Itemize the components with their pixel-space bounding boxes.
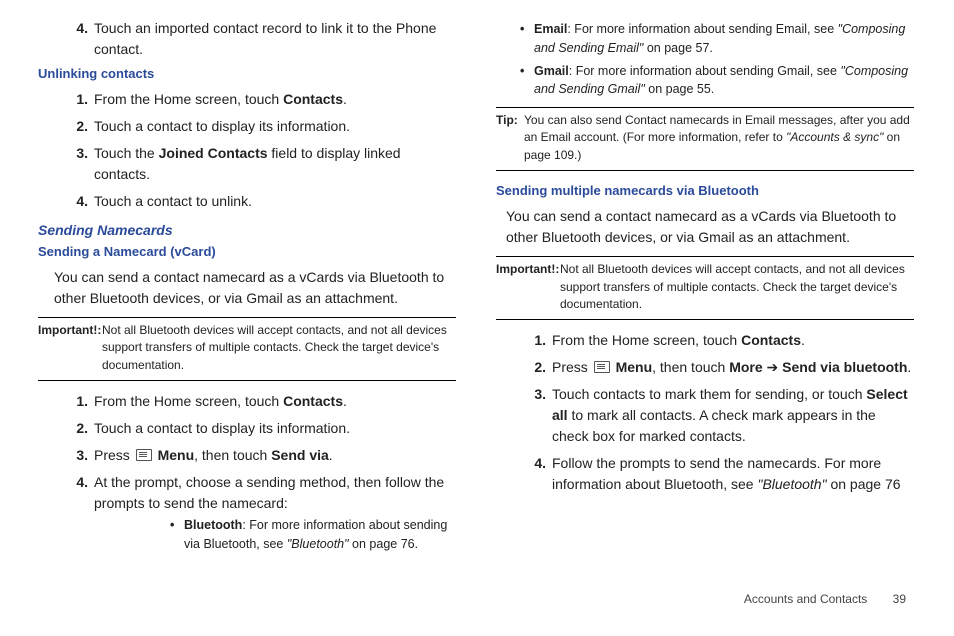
important-note: Important!: Not all Bluetooth devices wi… bbox=[38, 317, 456, 381]
section-name: Accounts and Contacts bbox=[744, 592, 867, 606]
list-item: From the Home screen, touch Contacts. bbox=[38, 391, 456, 412]
list-item: Bluetooth: For more information about se… bbox=[94, 516, 456, 554]
send-options-cont: Email: For more information about sendin… bbox=[496, 20, 914, 99]
list-item: Touch the Joined Contacts field to displ… bbox=[38, 143, 456, 185]
page-number: 39 bbox=[893, 592, 906, 606]
note-text: Not all Bluetooth devices will accept co… bbox=[102, 322, 456, 374]
list-item: At the prompt, choose a sending method, … bbox=[38, 472, 456, 554]
heading-unlinking: Unlinking contacts bbox=[38, 66, 456, 81]
list-item: Gmail: For more information about sendin… bbox=[496, 62, 914, 100]
list-item: Press Menu, then touch Send via. bbox=[38, 445, 456, 466]
body-paragraph: You can send a contact namecard as a vCa… bbox=[54, 267, 456, 309]
list-item: Email: For more information about sendin… bbox=[496, 20, 914, 58]
note-label: Important!: bbox=[496, 261, 560, 278]
list-item: Touch a contact to display its informati… bbox=[38, 418, 456, 439]
column-left: Touch an imported contact record to link… bbox=[38, 18, 456, 626]
link-steps-cont: Touch an imported contact record to link… bbox=[38, 18, 456, 60]
list-item: Touch an imported contact record to link… bbox=[38, 18, 456, 60]
note-text: You can also send Contact namecards in E… bbox=[524, 112, 914, 164]
tip-note: Tip: You can also send Contact namecards… bbox=[496, 107, 914, 171]
important-note: Important!: Not all Bluetooth devices wi… bbox=[496, 256, 914, 320]
list-item: Follow the prompts to send the namecards… bbox=[496, 453, 914, 495]
page-footer: Accounts and Contacts 39 bbox=[744, 592, 906, 606]
note-text: Not all Bluetooth devices will accept co… bbox=[560, 261, 914, 313]
heading-sending-namecards: Sending Namecards bbox=[38, 222, 456, 238]
multi-bt-steps: From the Home screen, touch Contacts. Pr… bbox=[496, 330, 914, 495]
list-item: Touch a contact to unlink. bbox=[38, 191, 456, 212]
note-label: Important!: bbox=[38, 322, 102, 339]
list-item: Touch a contact to display its informati… bbox=[38, 116, 456, 137]
list-item: Touch contacts to mark them for sending,… bbox=[496, 384, 914, 447]
list-item: From the Home screen, touch Contacts. bbox=[496, 330, 914, 351]
page-content: Touch an imported contact record to link… bbox=[0, 0, 954, 636]
heading-vcard: Sending a Namecard (vCard) bbox=[38, 244, 456, 259]
heading-multi-bt: Sending multiple namecards via Bluetooth bbox=[496, 183, 914, 198]
menu-icon bbox=[136, 449, 152, 461]
column-right: Email: For more information about sendin… bbox=[496, 18, 914, 626]
send-options: Bluetooth: For more information about se… bbox=[94, 516, 456, 554]
unlink-steps: From the Home screen, touch Contacts. To… bbox=[38, 89, 456, 212]
list-item: From the Home screen, touch Contacts. bbox=[38, 89, 456, 110]
vcard-steps: From the Home screen, touch Contacts. To… bbox=[38, 391, 456, 554]
list-item: Press Menu, then touch More ➔ Send via b… bbox=[496, 357, 914, 378]
note-label: Tip: bbox=[496, 112, 524, 129]
body-paragraph: You can send a contact namecard as a vCa… bbox=[506, 206, 914, 248]
menu-icon bbox=[594, 361, 610, 373]
